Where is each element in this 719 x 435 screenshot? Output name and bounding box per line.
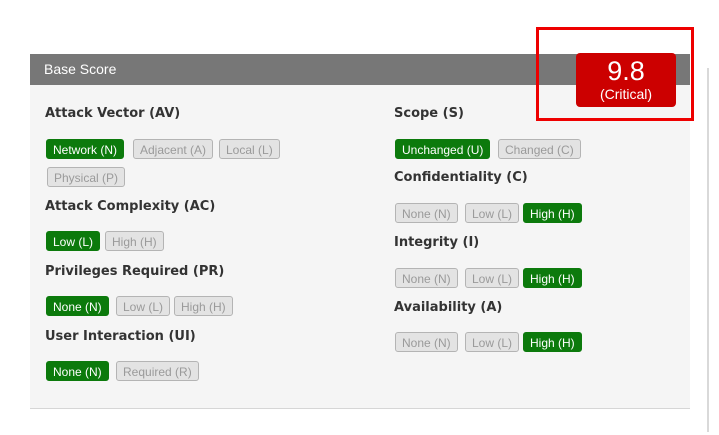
a-low-button[interactable]: Low (L): [465, 332, 520, 352]
score-highlight-box: [536, 27, 694, 121]
i-low-button[interactable]: Low (L): [465, 268, 520, 288]
a-high-button[interactable]: High (H): [523, 332, 582, 352]
ui-required-button[interactable]: Required (R): [116, 361, 199, 381]
metric-label-confidentiality: Confidentiality (C): [394, 170, 528, 185]
av-physical-button[interactable]: Physical (P): [47, 167, 126, 187]
a-none-button[interactable]: None (N): [395, 332, 458, 352]
metric-label-attack-complexity: Attack Complexity (AC): [45, 199, 216, 214]
metric-label-attack-vector: Attack Vector (AV): [45, 106, 181, 121]
ac-high-button[interactable]: High (H): [105, 231, 164, 251]
scrollbar-track[interactable]: [707, 68, 709, 432]
metric-label-integrity: Integrity (I): [394, 235, 480, 250]
ui-none-button[interactable]: None (N): [46, 361, 109, 381]
metric-label-privileges-required: Privileges Required (PR): [45, 264, 225, 279]
i-none-button[interactable]: None (N): [395, 268, 458, 288]
pr-none-button[interactable]: None (N): [46, 296, 109, 316]
av-local-button[interactable]: Local (L): [219, 139, 280, 159]
av-adjacent-button[interactable]: Adjacent (A): [133, 139, 214, 159]
i-high-button[interactable]: High (H): [523, 268, 582, 288]
pr-high-button[interactable]: High (H): [174, 296, 233, 316]
metric-label-scope: Scope (S): [394, 106, 464, 121]
pr-low-button[interactable]: Low (L): [116, 296, 171, 316]
scope-unchanged-button[interactable]: Unchanged (U): [395, 139, 491, 159]
c-low-button[interactable]: Low (L): [465, 203, 520, 223]
ac-low-button[interactable]: Low (L): [46, 231, 101, 251]
c-none-button[interactable]: None (N): [395, 203, 458, 223]
c-high-button[interactable]: High (H): [523, 203, 582, 223]
scope-changed-button[interactable]: Changed (C): [498, 139, 581, 159]
metric-label-user-interaction: User Interaction (UI): [45, 329, 196, 344]
metric-label-availability: Availability (A): [394, 300, 503, 315]
av-network-button[interactable]: Network (N): [46, 139, 125, 159]
